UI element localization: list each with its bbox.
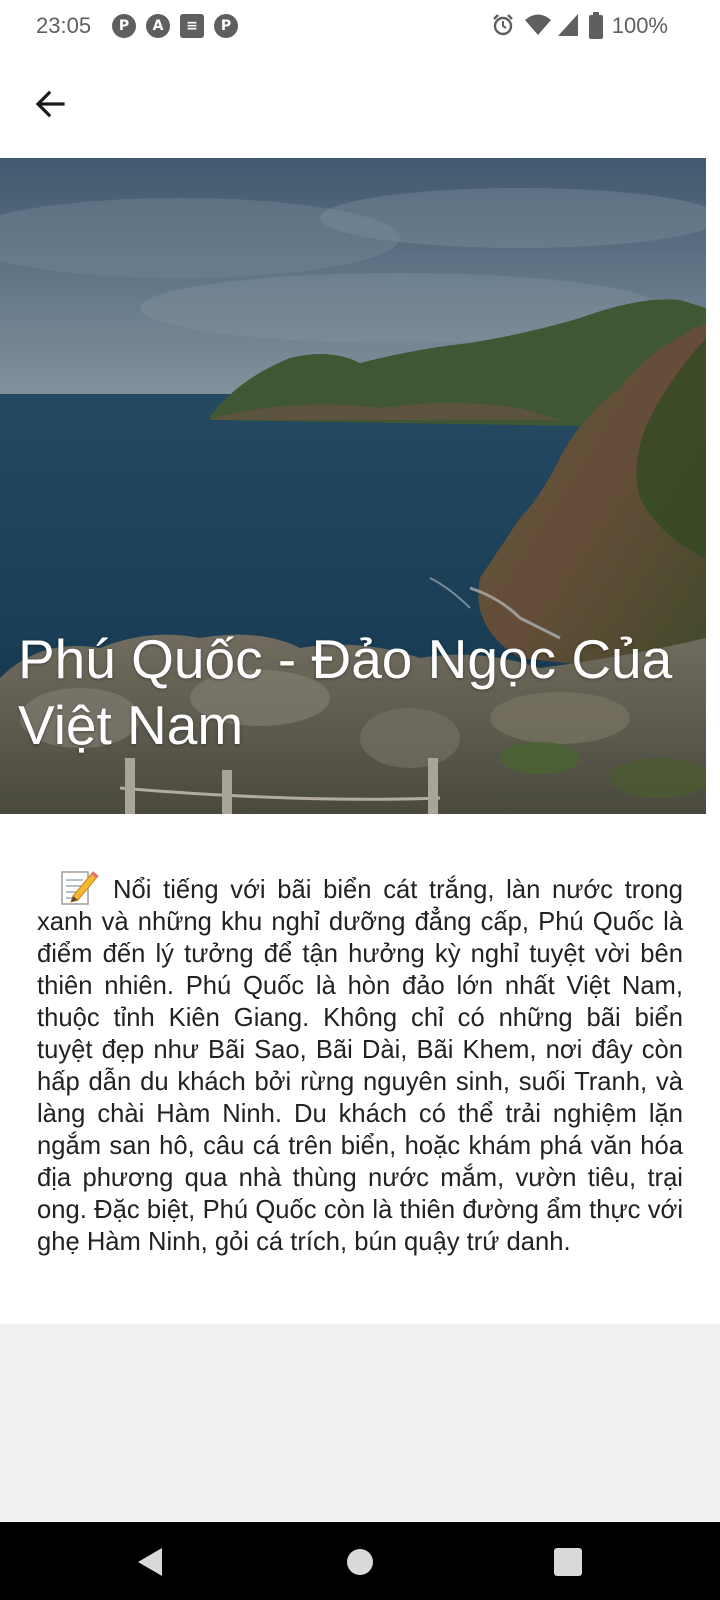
article-paragraph: Nổi tiếng với bãi biển cát trắng, làn nư…	[37, 866, 683, 1258]
back-button[interactable]	[24, 78, 76, 130]
news-icon: ≡	[180, 14, 204, 38]
pocket-casts-icon: P	[112, 14, 136, 38]
memo-icon	[61, 871, 99, 905]
navigation-bar	[0, 1522, 720, 1600]
article-text: Nổi tiếng với bãi biển cát trắng, làn nư…	[37, 876, 683, 1256]
home-circle-icon	[347, 1549, 373, 1575]
arrow-left-icon	[35, 90, 65, 118]
wifi-icon	[524, 12, 552, 43]
back-triangle-icon	[138, 1548, 162, 1576]
pocket-casts-icon: P	[214, 14, 238, 38]
top-app-bar	[0, 52, 720, 158]
empty-area	[0, 1324, 720, 1522]
battery-percent: 100%	[611, 13, 668, 38]
signal-icon	[556, 12, 580, 43]
battery-icon	[588, 12, 604, 45]
recents-square-icon	[554, 1548, 582, 1576]
a-icon: A	[146, 14, 170, 38]
nav-recents-button[interactable]	[548, 1542, 588, 1582]
status-time: 23:05	[36, 13, 92, 38]
article-body: Nổi tiếng với bãi biển cát trắng, làn nư…	[0, 814, 706, 1324]
alarm-icon	[490, 12, 516, 43]
hero-image: Phú Quốc - Đảo Ngọc Của Việt Nam	[0, 158, 706, 814]
nav-home-button[interactable]	[340, 1542, 380, 1582]
status-bar: 23:05 P A ≡ P 100%	[0, 0, 720, 52]
notification-icons: P A ≡ P	[112, 14, 238, 38]
nav-back-button[interactable]	[130, 1542, 170, 1582]
page-title: Phú Quốc - Đảo Ngọc Của Việt Nam	[18, 628, 673, 756]
